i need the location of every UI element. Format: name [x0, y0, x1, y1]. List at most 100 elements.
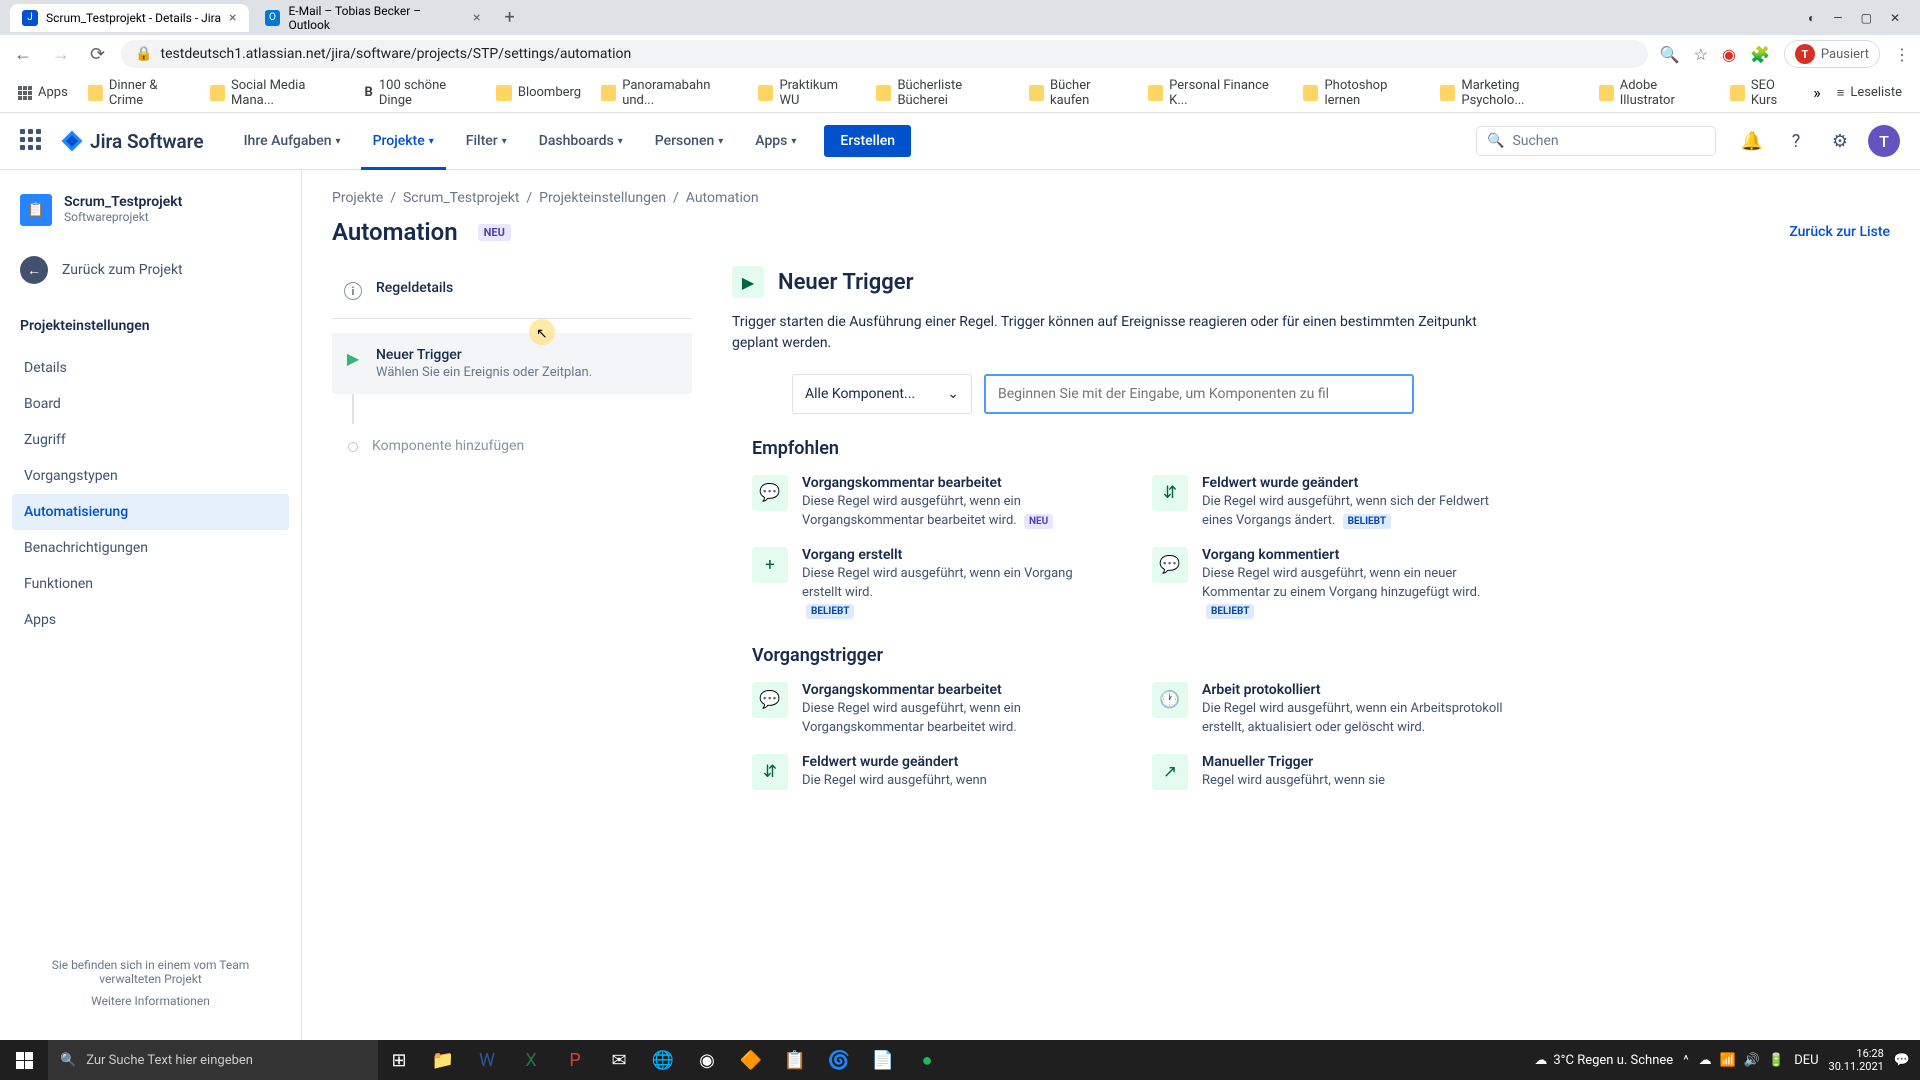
user-avatar[interactable]: T	[1868, 125, 1900, 157]
windows-icon	[16, 1052, 33, 1069]
excel-icon[interactable]: X	[510, 1040, 552, 1080]
bookmark-item[interactable]: Panoramabahn und...	[593, 74, 746, 112]
star-icon[interactable]: ☆	[1694, 45, 1708, 64]
bookmark-item[interactable]: Bücherliste Bücherei	[868, 74, 1017, 112]
close-icon[interactable]: ×	[473, 10, 480, 26]
new-tab-button[interactable]: +	[497, 7, 523, 28]
maximize-icon[interactable]: ▢	[1861, 11, 1872, 25]
back-to-list-link[interactable]: Zurück zur Liste	[1789, 224, 1890, 240]
breadcrumb-item[interactable]: Scrum_Testprojekt	[403, 190, 520, 206]
bookmark-item[interactable]: SEO Kurs	[1722, 74, 1809, 112]
sidebar-item-issuetypes[interactable]: Vorgangstypen	[12, 458, 289, 494]
apps-bookmark[interactable]: Apps	[10, 81, 76, 104]
powerpoint-icon[interactable]: P	[554, 1040, 596, 1080]
bookmark-item[interactable]: Praktikum WU	[750, 74, 864, 112]
close-icon[interactable]: ✕	[1890, 11, 1900, 25]
explorer-icon[interactable]: 📁	[422, 1040, 464, 1080]
start-button[interactable]	[0, 1040, 48, 1080]
bookmark-item[interactable]: B100 schöne Dinge	[357, 74, 484, 112]
settings-icon[interactable]: ⚙	[1824, 125, 1856, 157]
breadcrumb-item[interactable]: Projekteinstellungen	[539, 190, 666, 206]
sidebar-item-apps[interactable]: Apps	[12, 602, 289, 638]
nav-your-work[interactable]: Ihre Aufgaben	[232, 113, 353, 170]
notifications-icon[interactable]: 🔔	[1736, 125, 1768, 157]
app-icon[interactable]: 🔶	[730, 1040, 772, 1080]
sidebar-item-access[interactable]: Zugriff	[12, 422, 289, 458]
minimize-icon[interactable]: —	[1833, 11, 1842, 25]
bookmark-item[interactable]: Personal Finance K...	[1140, 74, 1291, 112]
bookmark-item[interactable]: Dinner & Crime	[80, 74, 198, 112]
zoom-icon[interactable]: 🔍	[1660, 45, 1680, 64]
trigger-comment-edited[interactable]: 💬 Vorgangskommentar bearbeitet Diese Reg…	[752, 475, 1112, 531]
bookmark-item[interactable]: Marketing Psycholo...	[1432, 74, 1586, 112]
component-filter-select[interactable]: Alle Komponent... ⌄	[792, 374, 972, 414]
trigger-field-changed[interactable]: ⇵ Feldwert wurde geändert Die Regel wird…	[752, 754, 1112, 791]
sidebar-item-details[interactable]: Details	[12, 350, 289, 386]
back-to-project[interactable]: ← Zurück zum Projekt	[12, 248, 289, 292]
url-input[interactable]: 🔒 testdeutsch1.atlassian.net/jira/softwa…	[121, 40, 1648, 68]
browser-tab-active[interactable]: J Scrum_Testprojekt - Details - Jira ×	[10, 4, 249, 32]
back-icon[interactable]: ←	[10, 40, 36, 69]
tray-expand-icon[interactable]: ^	[1683, 1053, 1688, 1068]
overflow-icon[interactable]: »	[1813, 83, 1821, 102]
app-icon[interactable]: ◉	[686, 1040, 728, 1080]
bookmark-item[interactable]: Adobe Illustrator	[1591, 74, 1718, 112]
step-rule-details[interactable]: i Regeldetails	[332, 266, 692, 314]
menu-icon[interactable]: ⋮	[1894, 45, 1910, 64]
create-button[interactable]: Erstellen	[824, 125, 911, 157]
more-info-link[interactable]: Weitere Informationen	[24, 994, 277, 1008]
browser-tab[interactable]: O E-Mail – Tobias Becker – Outlook ×	[253, 0, 493, 38]
app-icon[interactable]: 📄	[862, 1040, 904, 1080]
step-add-component[interactable]: Komponente hinzufügen	[332, 424, 692, 468]
search-input[interactable]: 🔍 Suchen	[1476, 126, 1716, 156]
sidebar-item-notifications[interactable]: Benachrichtigungen	[12, 530, 289, 566]
spotify-icon[interactable]: ●	[906, 1040, 948, 1080]
adblock-icon[interactable]: ◉	[1722, 45, 1736, 64]
nav-filters[interactable]: Filter	[454, 113, 519, 170]
reading-list[interactable]: ≡Leseliste	[1829, 81, 1910, 105]
jira-logo[interactable]: Jira Software	[60, 129, 204, 153]
project-header[interactable]: 📋 Scrum_Testprojekt Softwareprojekt	[12, 190, 289, 230]
clock[interactable]: 16:28 30.11.2021	[1829, 1047, 1884, 1073]
trigger-field-changed[interactable]: ⇵ Feldwert wurde geändert Die Regel wird…	[1152, 475, 1512, 531]
task-view-icon[interactable]: ⊞	[378, 1040, 420, 1080]
step-new-trigger[interactable]: ↖ ▶ Neuer Trigger Wählen Sie ein Ereigni…	[332, 333, 692, 394]
volume-icon[interactable]: 🔊	[1744, 1053, 1760, 1068]
reload-icon[interactable]: ⟳	[86, 40, 109, 69]
trigger-manual[interactable]: ↗ Manueller Trigger Regel wird ausgeführ…	[1152, 754, 1512, 791]
trigger-work-logged[interactable]: 🕐 Arbeit protokolliert Die Regel wird au…	[1152, 682, 1512, 738]
profile-button[interactable]: T Pausiert	[1784, 40, 1880, 68]
sidebar-item-automation[interactable]: Automatisierung	[12, 494, 289, 530]
app-switcher-icon[interactable]	[20, 129, 44, 153]
bookmark-item[interactable]: Social Media Mana...	[202, 74, 353, 112]
sidebar-item-features[interactable]: Funktionen	[12, 566, 289, 602]
close-icon[interactable]: ×	[229, 10, 236, 26]
nav-dashboards[interactable]: Dashboards	[527, 113, 635, 170]
battery-icon[interactable]: 🔋	[1768, 1053, 1784, 1068]
nav-projects[interactable]: Projekte	[361, 113, 446, 170]
weather-widget[interactable]: ☁ 3°C Regen u. Schnee	[1534, 1053, 1673, 1068]
help-icon[interactable]: ?	[1780, 125, 1812, 157]
trigger-comment-edited[interactable]: 💬 Vorgangskommentar bearbeitet Diese Reg…	[752, 682, 1112, 738]
bookmark-item[interactable]: Bücher kaufen	[1021, 74, 1136, 112]
taskbar-search[interactable]: 🔍 Zur Suche Text hier eingeben	[48, 1040, 378, 1080]
chrome-icon[interactable]: 🌐	[642, 1040, 684, 1080]
extensions-icon[interactable]: 🧩	[1750, 45, 1770, 64]
breadcrumb-item[interactable]: Projekte	[332, 190, 383, 206]
word-icon[interactable]: W	[466, 1040, 508, 1080]
bookmark-item[interactable]: Photoshop lernen	[1295, 74, 1428, 112]
app-icon[interactable]: 📋	[774, 1040, 816, 1080]
notifications-icon[interactable]: 💬	[1894, 1053, 1910, 1068]
sidebar-item-board[interactable]: Board	[12, 386, 289, 422]
component-filter-input[interactable]	[984, 374, 1414, 414]
trigger-issue-commented[interactable]: 💬 Vorgang kommentiert Diese Regel wird a…	[1152, 547, 1512, 622]
nav-people[interactable]: Personen	[643, 113, 736, 170]
bookmark-item[interactable]: Bloomberg	[488, 81, 589, 105]
edge-icon[interactable]: 🌀	[818, 1040, 860, 1080]
nav-apps[interactable]: Apps	[743, 113, 808, 170]
wifi-icon[interactable]: 📶	[1720, 1053, 1736, 1068]
cloud-icon[interactable]: ☁	[1699, 1053, 1712, 1068]
trigger-issue-created[interactable]: + Vorgang erstellt Diese Regel wird ausg…	[752, 547, 1112, 622]
mail-icon[interactable]: ✉	[598, 1040, 640, 1080]
language-indicator[interactable]: DEU	[1794, 1053, 1818, 1068]
